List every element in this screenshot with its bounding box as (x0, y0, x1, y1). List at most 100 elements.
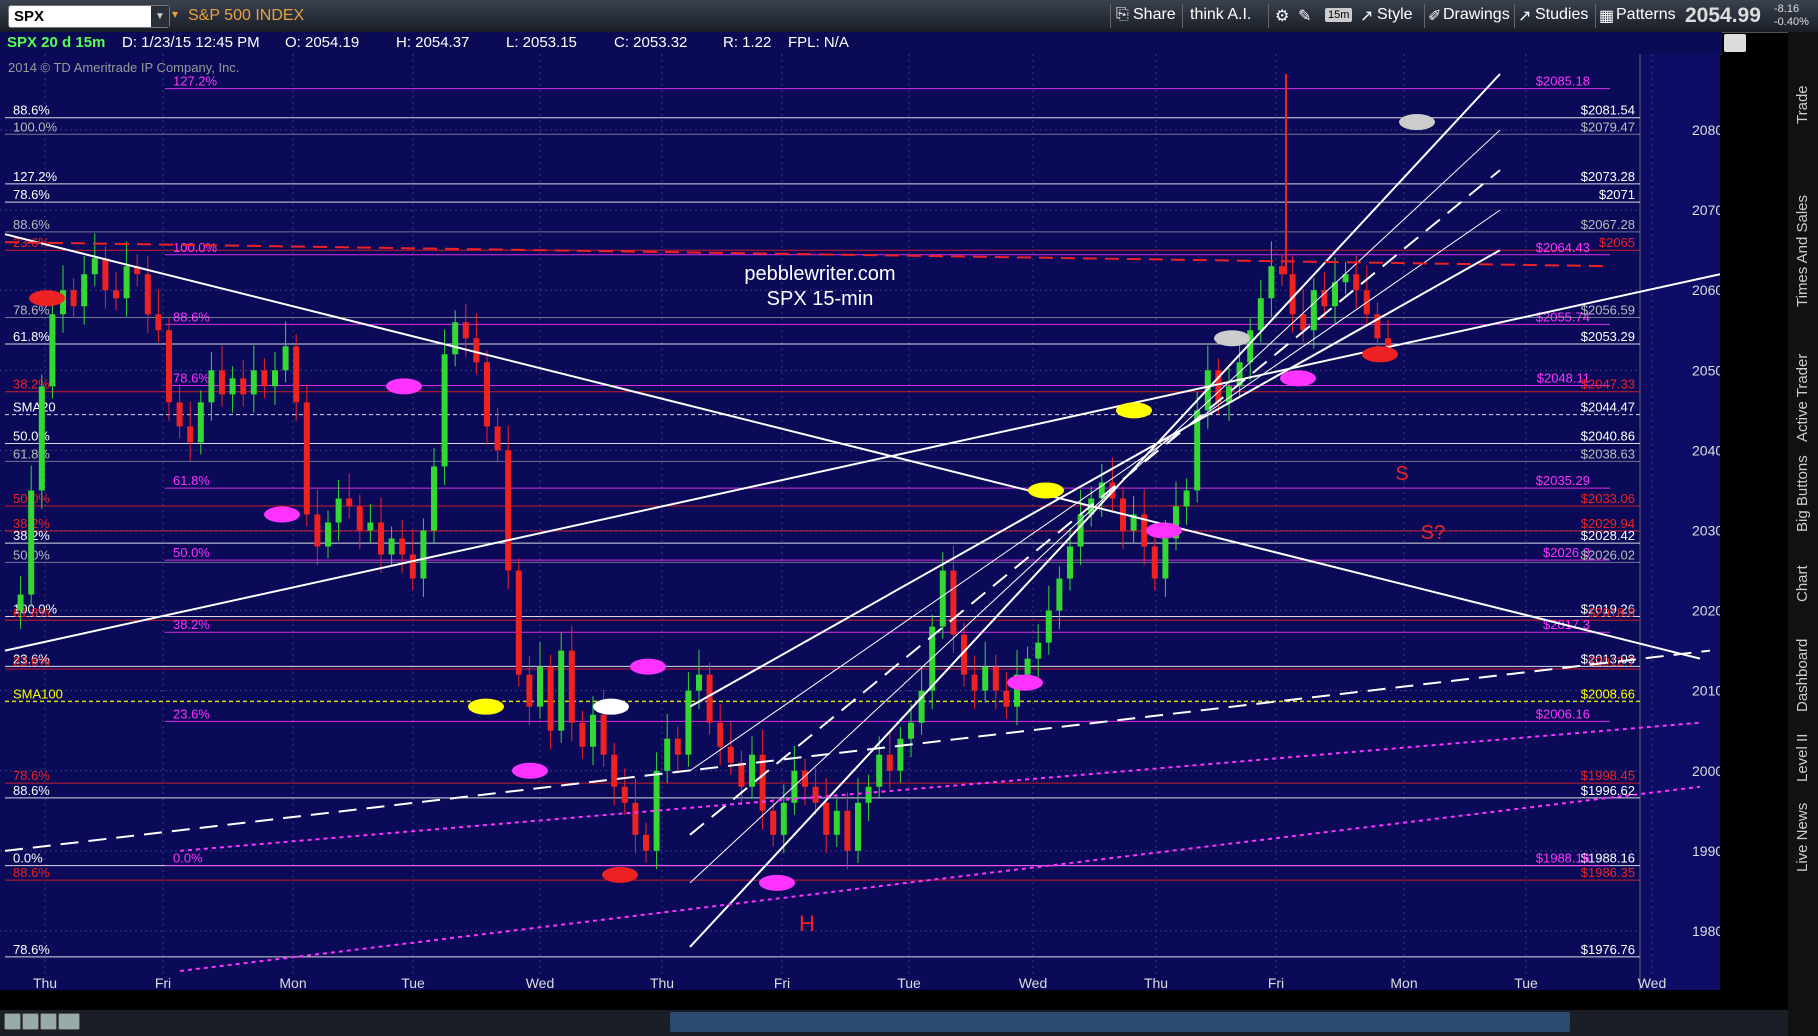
candle-body (70, 290, 77, 307)
y-tick-label: 2030 (1692, 522, 1720, 538)
interval-badge[interactable]: 15m (1325, 8, 1353, 22)
fib-level-price: $2044.47 (1581, 400, 1635, 415)
candle-body (81, 274, 88, 307)
share-icon: ⎘ (1116, 6, 1129, 23)
fib-level-label: 0.0% (173, 851, 203, 866)
candle-body (420, 530, 427, 579)
gear-icon[interactable]: ⚙ (1275, 6, 1289, 26)
candle-body (982, 666, 989, 691)
fib-level-price: $2035.29 (1536, 473, 1590, 488)
fib-level-price: $2033.06 (1581, 491, 1635, 506)
zoom-out-icon[interactable] (4, 1013, 21, 1030)
annotation-shoulder-maybe: S? (1421, 522, 1445, 544)
candle-body (431, 466, 437, 531)
candle-body (38, 386, 45, 491)
candle-body (166, 330, 172, 403)
fib-level-price: $1988.16 (1536, 851, 1590, 866)
wrench-icon[interactable]: ✎ (1298, 6, 1311, 26)
side-tab-live-news[interactable]: Live News (1794, 803, 1811, 872)
candle-body (293, 346, 300, 403)
chart-info-bar: SPX 20 d 15m D: 1/23/15 12:45 PM O: 2054… (0, 32, 1722, 55)
index-dropdown-icon[interactable]: ▾ (172, 7, 178, 21)
candle-body (1003, 690, 1010, 707)
fib-level-label: 38.2% (173, 617, 210, 632)
candle-body (971, 674, 978, 691)
watermark-subtitle: SPX 15-min (767, 288, 874, 310)
side-tab-active-trader[interactable]: Active Trader (1794, 354, 1811, 442)
side-tab-dashboard[interactable]: Dashboard (1794, 639, 1811, 712)
zoom-in-icon[interactable] (22, 1013, 39, 1030)
candle-body (876, 754, 883, 787)
style-button[interactable]: Style (1377, 6, 1413, 24)
patterns-icon: ▦ (1599, 8, 1615, 25)
fib-level-price: $2085.18 (1536, 74, 1590, 89)
y-tick-label: 2000 (1692, 763, 1720, 779)
candle-body (452, 322, 459, 355)
candle-body (833, 810, 840, 835)
x-tick-label: Fri (774, 975, 790, 990)
candle-body (738, 762, 745, 787)
fib-level-price: $2067.28 (1581, 217, 1635, 232)
x-tick-label: Thu (650, 975, 674, 990)
x-tick-label: Tue (401, 975, 425, 990)
x-tick-label: Mon (1390, 975, 1417, 990)
candle-body (155, 314, 162, 331)
candle-body (1268, 266, 1275, 299)
candle-body (1300, 314, 1307, 331)
candle-body (303, 402, 310, 515)
bar-open: O: 2054.19 (285, 34, 360, 51)
link-icon[interactable] (1724, 34, 1746, 52)
fib-level-price: $2006.16 (1536, 706, 1590, 721)
candle-body (484, 362, 490, 427)
fib-level-label: 88.6% (173, 309, 210, 324)
fib-level-price: $2071 (1599, 187, 1635, 202)
y-tick-label: 2070 (1692, 202, 1720, 218)
price-chart[interactable]: 1980 1990 2000 2010 2020 2030 2040 2050 2060 2070… (0, 54, 1720, 990)
candle-body (939, 570, 946, 627)
zoom-reset-icon[interactable] (40, 1013, 57, 1030)
side-tab-trade[interactable]: Trade (1794, 85, 1811, 124)
side-tab-times-and-sales[interactable]: Times And Sales (1794, 195, 1811, 307)
marker-magenta (512, 762, 548, 779)
marker-yellow (1028, 482, 1064, 499)
side-tab-chart[interactable]: Chart (1794, 565, 1811, 602)
candle-body (908, 722, 914, 739)
marker-magenta (386, 378, 422, 395)
style-icon: ↗ (1360, 8, 1374, 25)
marker-white (593, 698, 629, 715)
patterns-button[interactable]: Patterns (1616, 6, 1676, 24)
bar-close: C: 2053.32 (614, 34, 688, 51)
candle-body (812, 786, 819, 803)
think-ai-button[interactable]: think A.I. (1190, 6, 1251, 24)
candle-body (558, 650, 565, 731)
share-button[interactable]: Share (1133, 6, 1176, 24)
candle-body (282, 346, 289, 371)
candle-body (346, 498, 353, 507)
side-tab-big-buttons[interactable]: Big Buttons (1794, 455, 1811, 532)
candle-body (314, 514, 321, 547)
x-tick-label: Mon (279, 975, 306, 990)
fib-level-label: 88.6% (13, 217, 50, 232)
candle-body (568, 650, 575, 723)
chevron-down-icon[interactable]: ▼ (151, 6, 169, 27)
side-tab-level-ii[interactable]: Level II (1794, 734, 1811, 782)
candle-body (1035, 642, 1042, 659)
studies-button[interactable]: Studies (1535, 6, 1588, 24)
candle-body (674, 738, 681, 755)
symbol-input[interactable]: SPX ▼ (8, 5, 170, 28)
studies-icon: ↗ (1518, 8, 1532, 25)
candle-body (356, 506, 363, 531)
y-tick-label: 2050 (1692, 362, 1720, 378)
candle-body (1045, 610, 1052, 643)
candle-body (505, 450, 512, 571)
candle-body (749, 754, 755, 787)
candle-body (1257, 298, 1264, 331)
fib-level-label: 127.2% (173, 74, 218, 89)
marker-red (29, 290, 65, 307)
drag-icon[interactable] (58, 1013, 80, 1030)
candle-body (176, 402, 183, 427)
candle-body (547, 666, 554, 731)
fib-level-label: 88.6% (13, 783, 50, 798)
drawings-button[interactable]: Drawings (1443, 6, 1510, 24)
time-scrollbar[interactable] (670, 1012, 1570, 1032)
